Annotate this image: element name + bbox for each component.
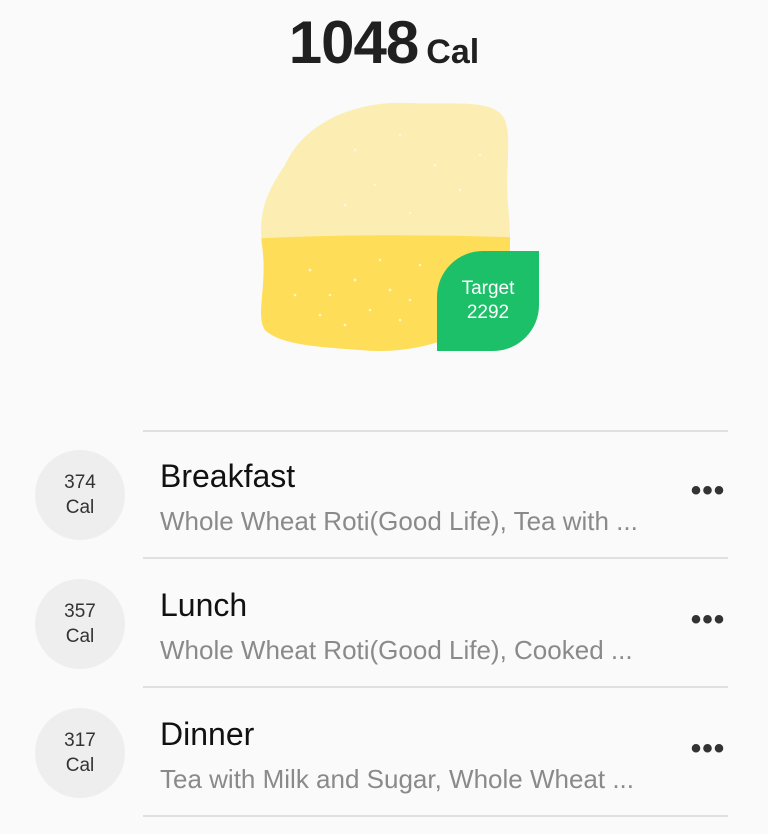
- total-calories-unit: Cal: [426, 33, 480, 71]
- meal-calorie-value: 374: [64, 472, 96, 493]
- meal-items-summary: Whole Wheat Roti(Good Life), Tea with ..…: [160, 506, 638, 536]
- target-value: 2292: [466, 302, 510, 323]
- meal-row-lunch[interactable]: 357 Cal Lunch Whole Wheat Roti(Good Life…: [0, 559, 768, 687]
- meal-calorie-circle: 374 Cal: [35, 450, 125, 540]
- meal-items-summary: Tea with Milk and Sugar, Whole Wheat ...: [160, 764, 634, 794]
- meal-items-summary: Whole Wheat Roti(Good Life), Cooked ...: [160, 635, 633, 665]
- meal-calorie-unit: Cal: [65, 626, 95, 647]
- ellipsis-icon[interactable]: •••: [688, 605, 728, 644]
- meal-title: Dinner: [160, 716, 255, 752]
- total-calories-value: 1048: [288, 9, 419, 76]
- meal-title: Lunch: [160, 587, 248, 623]
- meal-row-breakfast[interactable]: 374 Cal Breakfast Whole Wheat Roti(Good …: [0, 430, 768, 558]
- target-label: Target: [461, 278, 515, 299]
- target-badge: Target 2292: [437, 251, 539, 351]
- ellipsis-icon[interactable]: •••: [688, 734, 728, 773]
- meal-row-dinner[interactable]: 317 Cal Dinner Tea with Milk and Sugar, …: [0, 688, 768, 816]
- meal-calorie-circle: 357 Cal: [35, 579, 125, 669]
- meal-title: Breakfast: [160, 458, 296, 494]
- meal-calorie-unit: Cal: [65, 755, 95, 776]
- divider: [143, 815, 728, 817]
- meal-calorie-circle: 317 Cal: [35, 708, 125, 798]
- meal-calorie-value: 357: [64, 601, 96, 622]
- meal-calorie-unit: Cal: [65, 497, 95, 518]
- meal-calorie-value: 317: [64, 730, 96, 751]
- total-calories: 1048 Cal: [0, 8, 768, 77]
- ellipsis-icon[interactable]: •••: [688, 476, 728, 515]
